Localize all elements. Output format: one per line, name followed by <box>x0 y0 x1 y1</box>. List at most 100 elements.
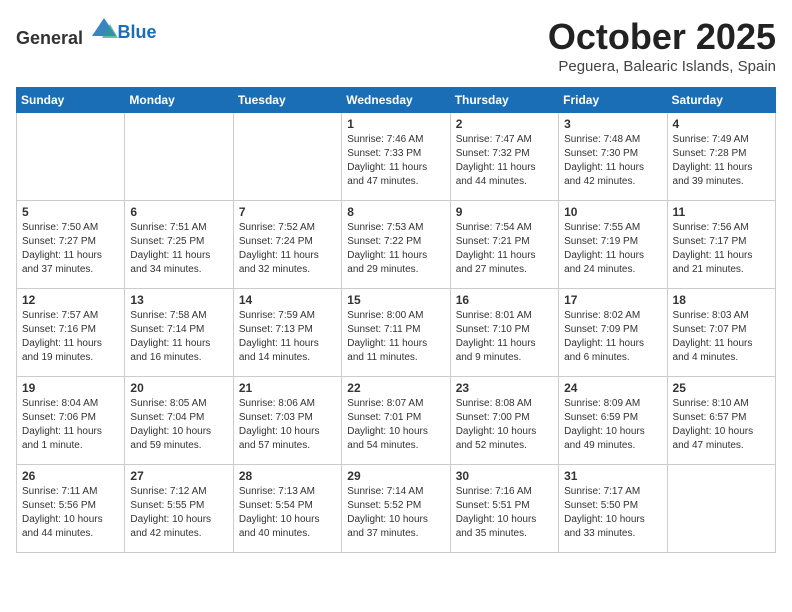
calendar-cell: 27 Sunrise: 7:12 AMSunset: 5:55 PMDayligh… <box>125 465 233 553</box>
month-title: October 2025 <box>548 16 776 58</box>
cell-details: Sunrise: 8:07 AMSunset: 7:01 PMDaylight:… <box>347 397 444 453</box>
logo: General Blue <box>16 16 157 49</box>
weekday-header-friday: Friday <box>559 88 667 113</box>
cell-details: Sunrise: 7:54 AMSunset: 7:21 PMDaylight:… <box>456 221 553 277</box>
cell-details: Sunrise: 7:50 AMSunset: 7:27 PMDaylight:… <box>22 221 119 277</box>
cell-details: Sunrise: 7:12 AMSunset: 5:55 PMDaylight:… <box>130 485 227 541</box>
day-number: 2 <box>456 117 553 131</box>
calendar-cell: 25 Sunrise: 8:10 AMSunset: 6:57 PMDayligh… <box>667 377 775 465</box>
cell-details: Sunrise: 7:49 AMSunset: 7:28 PMDaylight:… <box>673 133 770 189</box>
week-row-4: 19Sunrise: 8:04 AMSunset: 7:06 PMDayligh… <box>17 377 776 465</box>
page-header: General Blue October 2025 Peguera, Balea… <box>16 16 776 75</box>
calendar-cell: 26Sunrise: 7:11 AMSunset: 5:56 PMDayligh… <box>17 465 125 553</box>
calendar-cell: 9 Sunrise: 7:54 AMSunset: 7:21 PMDaylight… <box>450 201 558 289</box>
weekday-header-wednesday: Wednesday <box>342 88 450 113</box>
calendar-cell <box>17 113 125 201</box>
calendar-cell: 24Sunrise: 8:09 AMSunset: 6:59 PMDayligh… <box>559 377 667 465</box>
cell-details: Sunrise: 7:51 AMSunset: 7:25 PMDaylight:… <box>130 221 227 277</box>
calendar-cell <box>125 113 233 201</box>
calendar-cell: 15 Sunrise: 8:00 AMSunset: 7:11 PMDayligh… <box>342 289 450 377</box>
week-row-5: 26Sunrise: 7:11 AMSunset: 5:56 PMDayligh… <box>17 465 776 553</box>
weekday-header-thursday: Thursday <box>450 88 558 113</box>
calendar-cell: 31 Sunrise: 7:17 AMSunset: 5:50 PMDayligh… <box>559 465 667 553</box>
calendar-cell: 22Sunrise: 8:07 AMSunset: 7:01 PMDayligh… <box>342 377 450 465</box>
calendar-cell: 20 Sunrise: 8:05 AMSunset: 7:04 PMDayligh… <box>125 377 233 465</box>
day-number: 20 <box>130 381 227 395</box>
day-number: 15 <box>347 293 444 307</box>
day-number: 19 <box>22 381 119 395</box>
cell-details: Sunrise: 8:08 AMSunset: 7:00 PMDaylight:… <box>456 397 553 453</box>
calendar-cell: 28 Sunrise: 7:13 AMSunset: 5:54 PMDayligh… <box>233 465 341 553</box>
calendar-cell: 13 Sunrise: 7:58 AMSunset: 7:14 PMDayligh… <box>125 289 233 377</box>
day-number: 29 <box>347 469 444 483</box>
logo-text-blue: Blue <box>118 22 157 42</box>
day-number: 12 <box>22 293 119 307</box>
calendar-cell <box>667 465 775 553</box>
calendar-cell: 21 Sunrise: 8:06 AMSunset: 7:03 PMDayligh… <box>233 377 341 465</box>
cell-details: Sunrise: 7:55 AMSunset: 7:19 PMDaylight:… <box>564 221 661 277</box>
day-number: 25 <box>673 381 770 395</box>
cell-details: Sunrise: 7:46 AMSunset: 7:33 PMDaylight:… <box>347 133 444 189</box>
title-area: October 2025 Peguera, Balearic Islands, … <box>548 16 776 75</box>
day-number: 1 <box>347 117 444 131</box>
cell-details: Sunrise: 8:06 AMSunset: 7:03 PMDaylight:… <box>239 397 336 453</box>
calendar-cell: 3 Sunrise: 7:48 AMSunset: 7:30 PMDaylight… <box>559 113 667 201</box>
day-number: 3 <box>564 117 661 131</box>
day-number: 27 <box>130 469 227 483</box>
cell-details: Sunrise: 7:14 AMSunset: 5:52 PMDaylight:… <box>347 485 444 541</box>
calendar-cell: 2 Sunrise: 7:47 AMSunset: 7:32 PMDaylight… <box>450 113 558 201</box>
calendar-cell <box>233 113 341 201</box>
calendar-cell: 10 Sunrise: 7:55 AMSunset: 7:19 PMDayligh… <box>559 201 667 289</box>
cell-details: Sunrise: 7:48 AMSunset: 7:30 PMDaylight:… <box>564 133 661 189</box>
cell-details: Sunrise: 8:00 AMSunset: 7:11 PMDaylight:… <box>347 309 444 365</box>
day-number: 31 <box>564 469 661 483</box>
day-number: 8 <box>347 205 444 219</box>
day-number: 4 <box>673 117 770 131</box>
calendar-cell: 18Sunrise: 8:03 AMSunset: 7:07 PMDayligh… <box>667 289 775 377</box>
day-number: 24 <box>564 381 661 395</box>
cell-details: Sunrise: 7:13 AMSunset: 5:54 PMDaylight:… <box>239 485 336 541</box>
cell-details: Sunrise: 8:01 AMSunset: 7:10 PMDaylight:… <box>456 309 553 365</box>
calendar-cell: 1 Sunrise: 7:46 AMSunset: 7:33 PMDaylight… <box>342 113 450 201</box>
weekday-header-monday: Monday <box>125 88 233 113</box>
day-number: 17 <box>564 293 661 307</box>
day-number: 26 <box>22 469 119 483</box>
calendar-cell: 6Sunrise: 7:51 AMSunset: 7:25 PMDaylight… <box>125 201 233 289</box>
calendar-table: SundayMondayTuesdayWednesdayThursdayFrid… <box>16 87 776 553</box>
logo-icon <box>90 16 118 44</box>
day-number: 21 <box>239 381 336 395</box>
cell-details: Sunrise: 7:53 AMSunset: 7:22 PMDaylight:… <box>347 221 444 277</box>
weekday-header-sunday: Sunday <box>17 88 125 113</box>
location: Peguera, Balearic Islands, Spain <box>548 58 776 75</box>
calendar-cell: 11Sunrise: 7:56 AMSunset: 7:17 PMDayligh… <box>667 201 775 289</box>
weekday-header-row: SundayMondayTuesdayWednesdayThursdayFrid… <box>17 88 776 113</box>
day-number: 16 <box>456 293 553 307</box>
cell-details: Sunrise: 7:47 AMSunset: 7:32 PMDaylight:… <box>456 133 553 189</box>
calendar-cell: 29 Sunrise: 7:14 AMSunset: 5:52 PMDayligh… <box>342 465 450 553</box>
calendar-cell: 17 Sunrise: 8:02 AMSunset: 7:09 PMDayligh… <box>559 289 667 377</box>
calendar-cell: 23Sunrise: 8:08 AMSunset: 7:00 PMDayligh… <box>450 377 558 465</box>
cell-details: Sunrise: 7:57 AMSunset: 7:16 PMDaylight:… <box>22 309 119 365</box>
day-number: 9 <box>456 205 553 219</box>
cell-details: Sunrise: 7:59 AMSunset: 7:13 PMDaylight:… <box>239 309 336 365</box>
day-number: 28 <box>239 469 336 483</box>
cell-details: Sunrise: 8:05 AMSunset: 7:04 PMDaylight:… <box>130 397 227 453</box>
day-number: 10 <box>564 205 661 219</box>
cell-details: Sunrise: 8:02 AMSunset: 7:09 PMDaylight:… <box>564 309 661 365</box>
cell-details: Sunrise: 7:58 AMSunset: 7:14 PMDaylight:… <box>130 309 227 365</box>
day-number: 13 <box>130 293 227 307</box>
weekday-header-saturday: Saturday <box>667 88 775 113</box>
calendar-cell: 30Sunrise: 7:16 AMSunset: 5:51 PMDayligh… <box>450 465 558 553</box>
calendar-cell: 12 Sunrise: 7:57 AMSunset: 7:16 PMDayligh… <box>17 289 125 377</box>
cell-details: Sunrise: 8:03 AMSunset: 7:07 PMDaylight:… <box>673 309 770 365</box>
calendar-cell: 19Sunrise: 8:04 AMSunset: 7:06 PMDayligh… <box>17 377 125 465</box>
calendar-cell: 4 Sunrise: 7:49 AMSunset: 7:28 PMDaylight… <box>667 113 775 201</box>
calendar-cell: 7Sunrise: 7:52 AMSunset: 7:24 PMDaylight… <box>233 201 341 289</box>
calendar-cell: 5Sunrise: 7:50 AMSunset: 7:27 PMDaylight… <box>17 201 125 289</box>
logo-text-general: General <box>16 28 83 48</box>
cell-details: Sunrise: 7:17 AMSunset: 5:50 PMDaylight:… <box>564 485 661 541</box>
weekday-header-tuesday: Tuesday <box>233 88 341 113</box>
cell-details: Sunrise: 8:10 AMSunset: 6:57 PMDaylight:… <box>673 397 770 453</box>
day-number: 14 <box>239 293 336 307</box>
cell-details: Sunrise: 7:56 AMSunset: 7:17 PMDaylight:… <box>673 221 770 277</box>
